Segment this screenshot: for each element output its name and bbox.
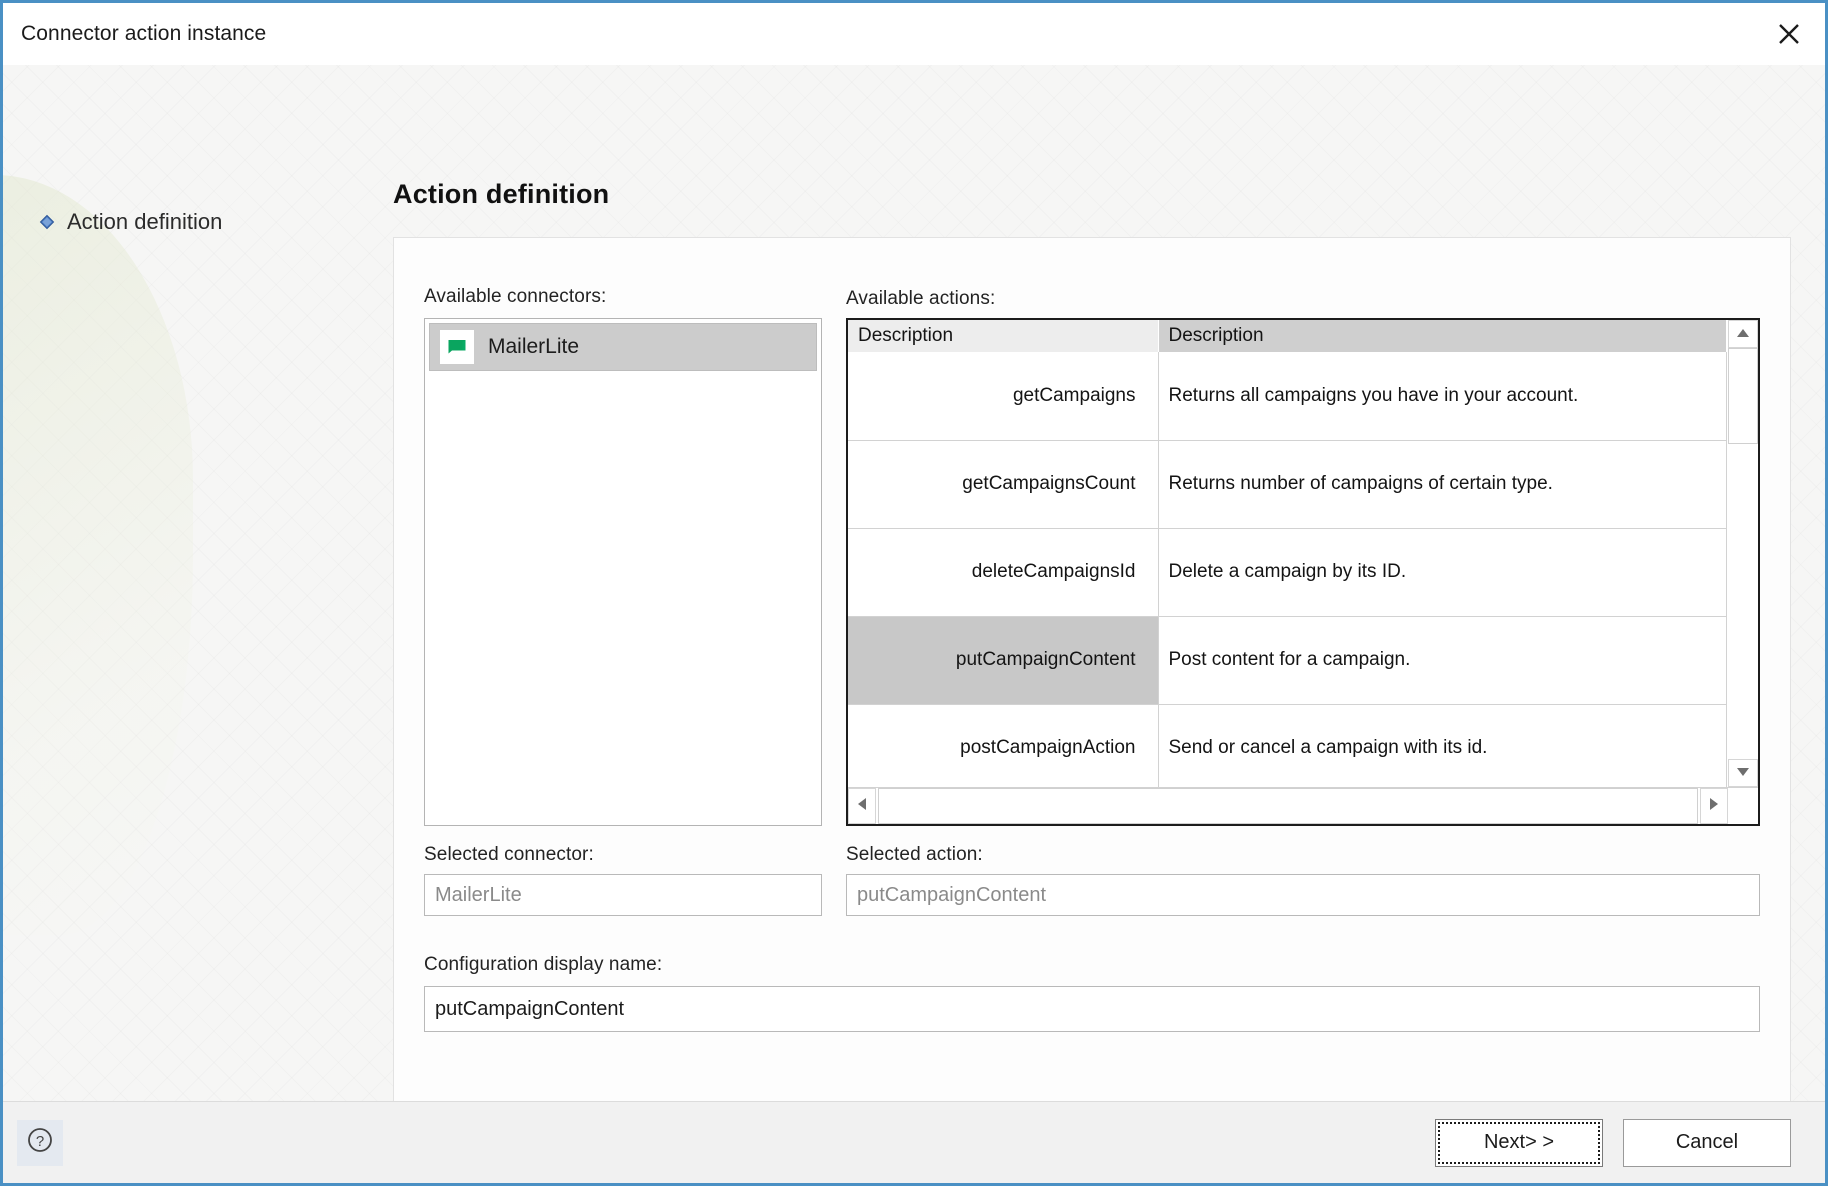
scroll-up-button[interactable] xyxy=(1728,320,1758,348)
page-title: Action definition xyxy=(393,179,610,209)
table-row[interactable]: putCampaignContent Post content for a cam… xyxy=(848,616,1727,705)
svg-text:?: ? xyxy=(36,1133,44,1150)
action-name-cell[interactable]: getCampaignsCount xyxy=(848,440,1159,529)
triangle-down-icon xyxy=(1736,764,1750,782)
table-row[interactable]: deleteCampaignsId Delete a campaign by it… xyxy=(848,528,1727,617)
selected-action-field[interactable]: putCampaignContent xyxy=(846,874,1760,916)
green-flag-icon xyxy=(440,330,474,364)
table-row[interactable]: getCampaignsCount Returns number of campa… xyxy=(848,440,1727,529)
triangle-left-icon xyxy=(857,797,867,816)
horizontal-scrollbar[interactable] xyxy=(848,787,1758,824)
scroll-left-button[interactable] xyxy=(848,788,876,824)
dialog-body: Action definition Action definition Avai… xyxy=(3,65,1825,1101)
triangle-up-icon xyxy=(1736,325,1750,343)
vertical-scrollbar-thumb[interactable] xyxy=(1728,348,1758,444)
horizontal-scrollbar-thumb[interactable] xyxy=(878,788,1698,824)
connector-action-instance-dialog: Connector action instance Action definit… xyxy=(0,0,1828,1186)
available-actions-label: Available actions: xyxy=(846,288,996,309)
action-name-cell[interactable]: deleteCampaignsId xyxy=(848,528,1159,617)
action-description-cell[interactable]: Returns all campaigns you have in your a… xyxy=(1158,352,1727,441)
close-button[interactable] xyxy=(1753,3,1825,65)
table-row[interactable]: postCampaignAction Send or cancel a campa… xyxy=(848,704,1727,787)
action-name-cell[interactable]: postCampaignAction xyxy=(848,704,1159,787)
scrollbar-corner xyxy=(1728,788,1758,824)
footer-button-group: Next> > Cancel xyxy=(1435,1118,1791,1167)
sidebar-item-label: Action definition xyxy=(67,209,223,234)
action-description-cell[interactable]: Returns number of campaigns of certain t… xyxy=(1158,440,1727,529)
window-title: Connector action instance xyxy=(21,22,267,45)
scroll-down-button[interactable] xyxy=(1728,759,1758,787)
configuration-display-name-field[interactable]: putCampaignContent xyxy=(424,986,1760,1032)
available-connectors-list[interactable]: MailerLite xyxy=(424,318,822,826)
next-button[interactable]: Next> > xyxy=(1435,1118,1603,1167)
action-definition-panel: Available connectors: MailerLite Availab xyxy=(393,237,1791,1101)
action-name-cell[interactable]: putCampaignContent xyxy=(848,616,1159,705)
main-content: Action definition Available connectors: … xyxy=(393,65,1825,1101)
table-area: Description Description getCampaigns Retu… xyxy=(848,320,1758,787)
diamond-bullet-icon xyxy=(39,214,55,230)
table-body: getCampaigns Returns all campaigns you ha… xyxy=(848,352,1727,787)
wizard-sidebar: Action definition xyxy=(3,65,393,1101)
help-button[interactable]: ? xyxy=(17,1119,63,1166)
cancel-button[interactable]: Cancel xyxy=(1623,1118,1791,1167)
available-actions-table: Description Description getCampaigns Retu… xyxy=(848,320,1727,787)
selected-connector-field[interactable]: MailerLite xyxy=(424,874,822,916)
vertical-scrollbar-track[interactable] xyxy=(1728,444,1758,759)
dialog-footer: ? Next> > Cancel xyxy=(3,1101,1825,1183)
title-bar: Connector action instance xyxy=(3,3,1825,65)
column-header-name[interactable]: Description xyxy=(848,320,1159,352)
close-icon xyxy=(1776,21,1802,47)
action-description-cell[interactable]: Post content for a campaign. xyxy=(1158,616,1727,705)
selected-action-label: Selected action: xyxy=(846,844,983,865)
action-name-cell[interactable]: getCampaigns xyxy=(848,352,1159,441)
help-question-icon: ? xyxy=(25,1125,55,1160)
triangle-right-icon xyxy=(1709,797,1719,816)
table-header-row: Description Description xyxy=(848,320,1727,352)
configuration-display-name-label: Configuration display name: xyxy=(424,954,663,975)
table-row[interactable]: getCampaigns Returns all campaigns you ha… xyxy=(848,352,1727,441)
action-description-cell[interactable]: Delete a campaign by its ID. xyxy=(1158,528,1727,617)
sidebar-item-action-definition[interactable]: Action definition xyxy=(3,205,393,239)
available-connectors-label: Available connectors: xyxy=(424,286,607,307)
list-item-connector[interactable]: MailerLite xyxy=(429,323,817,371)
column-header-description[interactable]: Description xyxy=(1158,320,1727,352)
available-actions-table-container: Description Description getCampaigns Retu… xyxy=(846,318,1760,826)
vertical-scrollbar[interactable] xyxy=(1727,320,1758,787)
table-scroll-region: Description Description getCampaigns Retu… xyxy=(848,320,1727,787)
scroll-right-button[interactable] xyxy=(1700,788,1728,824)
connector-name: MailerLite xyxy=(488,335,580,358)
selected-connector-label: Selected connector: xyxy=(424,844,594,865)
action-description-cell[interactable]: Send or cancel a campaign with its id. xyxy=(1158,704,1727,787)
